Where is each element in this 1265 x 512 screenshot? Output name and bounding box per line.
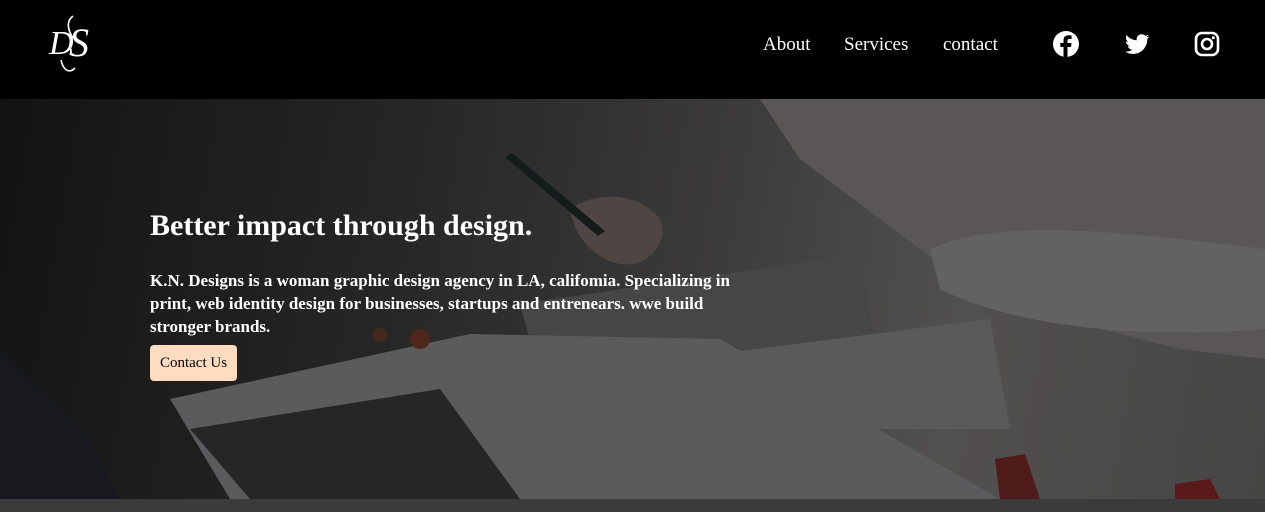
nav-about-link[interactable]: About xyxy=(763,34,811,56)
twitter-icon[interactable] xyxy=(1123,30,1151,58)
hero-description: K.N. Designs is a woman graphic design a… xyxy=(150,271,730,336)
footer-strip xyxy=(0,499,1265,512)
contact-us-button[interactable]: Contact Us xyxy=(150,345,237,381)
ds-logo[interactable]: D S xyxy=(45,12,105,78)
navbar: D S About Services contact xyxy=(0,0,1265,99)
nav-services-link[interactable]: Services xyxy=(844,34,908,56)
hero-section: Better impact through design. K.N. Desig… xyxy=(0,99,1265,499)
svg-text:S: S xyxy=(69,20,89,65)
facebook-icon[interactable] xyxy=(1052,30,1080,58)
hero-title: Better impact through design. xyxy=(150,209,533,242)
instagram-icon[interactable] xyxy=(1193,30,1221,58)
nav-contact-link[interactable]: contact xyxy=(943,34,998,56)
